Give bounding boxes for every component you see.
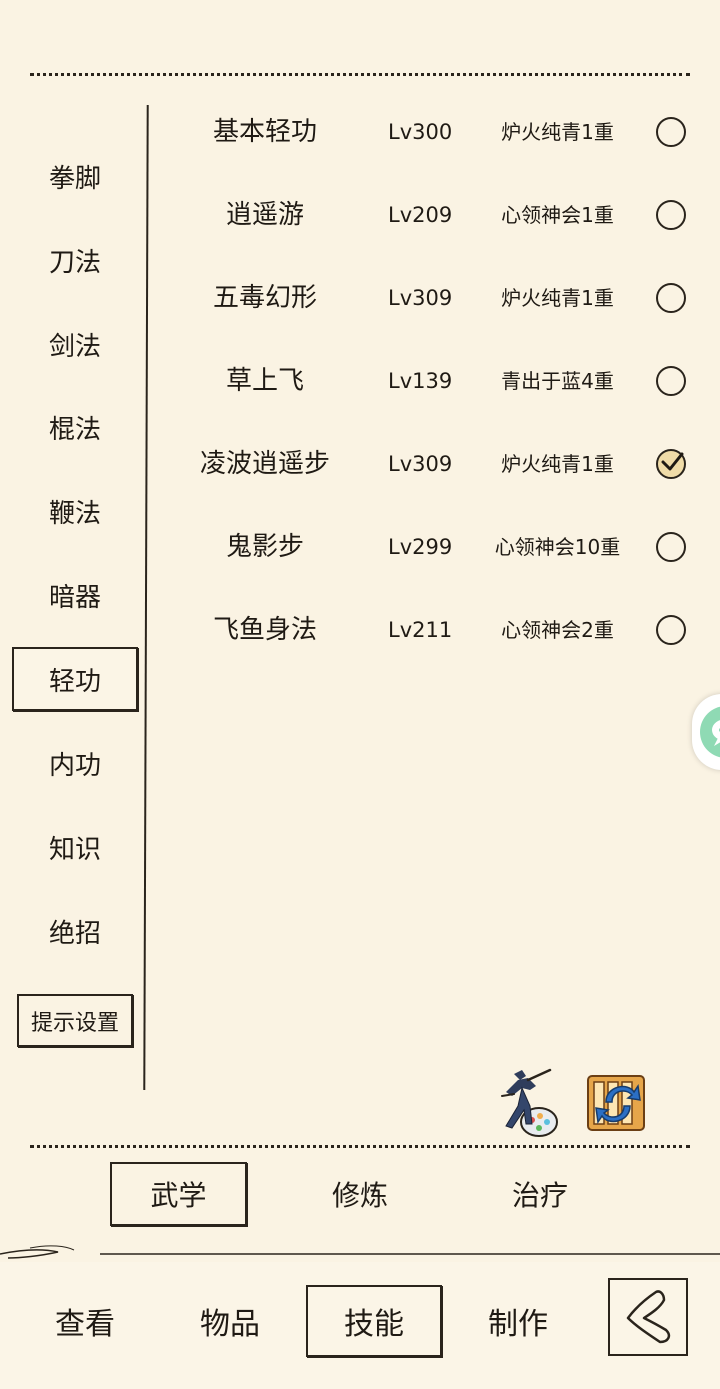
skill-realm: 心领神会1重 [501, 203, 614, 227]
category-label: 鞭法 [48, 498, 101, 529]
skill-radio[interactable] [656, 615, 686, 645]
skill-level: Lv300 [388, 120, 453, 144]
subtab-label: 治疗 [511, 1179, 568, 1212]
skill-level: Lv309 [388, 452, 453, 476]
floating-chat-button[interactable] [692, 694, 720, 770]
skill-name: 逍遥游 [225, 200, 304, 230]
skill-level: Lv139 [388, 369, 453, 393]
category-daofa[interactable]: 刀法 [12, 228, 138, 292]
nav-label: 制作 [488, 1307, 548, 1342]
skill-name: 草上飞 [225, 366, 304, 396]
checkmark-icon [661, 452, 684, 471]
skill-row[interactable]: 草上飞 Lv139 青出于蓝4重 [160, 351, 700, 411]
hint-settings-label: 提示设置 [30, 1010, 119, 1036]
subtab-wuxue[interactable]: 武学 [110, 1162, 247, 1226]
skill-level: Lv309 [388, 286, 453, 310]
nav-zhizuo[interactable]: 制作 [463, 1285, 573, 1357]
skill-radio-checked[interactable] [656, 449, 686, 479]
skill-name: 五毒幻形 [212, 283, 317, 313]
category-label: 刀法 [48, 247, 101, 278]
nav-jineng[interactable]: 技能 [306, 1285, 442, 1357]
category-quanjiao[interactable]: 拳脚 [12, 144, 138, 208]
category-label: 棍法 [48, 414, 101, 445]
chat-bubble-icon [700, 706, 720, 758]
back-arrow-icon [626, 1290, 671, 1344]
category-anqi[interactable]: 暗器 [12, 563, 138, 627]
skill-realm: 炉火纯青1重 [501, 120, 614, 144]
category-gunfa[interactable]: 棍法 [12, 395, 138, 459]
skill-row[interactable]: 凌波逍遥步 Lv309 炉火纯青1重 [160, 434, 700, 494]
skill-level: Lv209 [388, 203, 453, 227]
skill-name: 基本轻功 [212, 117, 317, 147]
skill-row[interactable]: 逍遥游 Lv209 心领神会1重 [160, 185, 700, 245]
nav-label: 查看 [55, 1307, 115, 1342]
skill-realm: 心领神会2重 [501, 618, 614, 642]
category-qinggong[interactable]: 轻功 [12, 647, 138, 711]
nav-label: 物品 [200, 1307, 260, 1342]
skill-radio[interactable] [656, 117, 686, 147]
category-label: 剑法 [48, 331, 101, 362]
category-label: 内功 [48, 750, 101, 781]
skill-realm: 炉火纯青1重 [501, 286, 614, 310]
category-label: 知识 [48, 834, 101, 865]
subtab-xiulian[interactable]: 修炼 [300, 1162, 420, 1226]
back-button[interactable] [608, 1278, 688, 1356]
category-label: 绝招 [48, 918, 101, 949]
skill-row[interactable]: 五毒幻形 Lv309 炉火纯青1重 [160, 268, 700, 328]
top-divider [30, 73, 690, 76]
category-label: 拳脚 [48, 163, 101, 194]
category-label: 暗器 [48, 582, 101, 613]
subtab-label: 修炼 [331, 1179, 388, 1212]
skill-radio[interactable] [656, 366, 686, 396]
category-juezhao[interactable]: 绝招 [12, 899, 138, 963]
skill-row[interactable]: 鬼影步 Lv299 心领神会10重 [160, 517, 700, 577]
subtab-label: 武学 [150, 1179, 207, 1212]
martial-figure-icon[interactable] [492, 1066, 562, 1138]
skill-name: 凌波逍遥步 [199, 449, 330, 479]
skill-name: 飞鱼身法 [212, 615, 317, 645]
category-jianfa[interactable]: 剑法 [12, 312, 138, 376]
category-label: 轻功 [48, 666, 101, 697]
skill-row[interactable]: 基本轻功 Lv300 炉火纯青1重 [160, 102, 700, 162]
skill-realm: 炉火纯青1重 [501, 452, 614, 476]
skill-realm: 青出于蓝4重 [501, 369, 614, 393]
bottom-divider [30, 1145, 690, 1148]
category-bianfa[interactable]: 鞭法 [12, 479, 138, 543]
subtab-zhiliao[interactable]: 治疗 [480, 1162, 600, 1226]
skill-realm: 心领神会10重 [494, 535, 621, 559]
skill-level: Lv211 [388, 618, 453, 642]
skill-radio[interactable] [656, 283, 686, 313]
scroll-book-icon[interactable] [582, 1068, 654, 1136]
nav-wupin[interactable]: 物品 [175, 1285, 285, 1357]
brush-stroke-divider [0, 1245, 720, 1259]
category-zhishi[interactable]: 知识 [12, 815, 138, 879]
skill-radio[interactable] [656, 200, 686, 230]
skill-radio[interactable] [656, 532, 686, 562]
category-neigong[interactable]: 内功 [12, 731, 138, 795]
nav-chakan[interactable]: 查看 [30, 1285, 140, 1357]
skill-level: Lv299 [388, 535, 453, 559]
skill-row[interactable]: 飞鱼身法 Lv211 心领神会2重 [160, 600, 700, 660]
hint-settings-button[interactable]: 提示设置 [17, 994, 133, 1047]
skill-name: 鬼影步 [225, 532, 304, 562]
nav-label: 技能 [344, 1307, 404, 1342]
